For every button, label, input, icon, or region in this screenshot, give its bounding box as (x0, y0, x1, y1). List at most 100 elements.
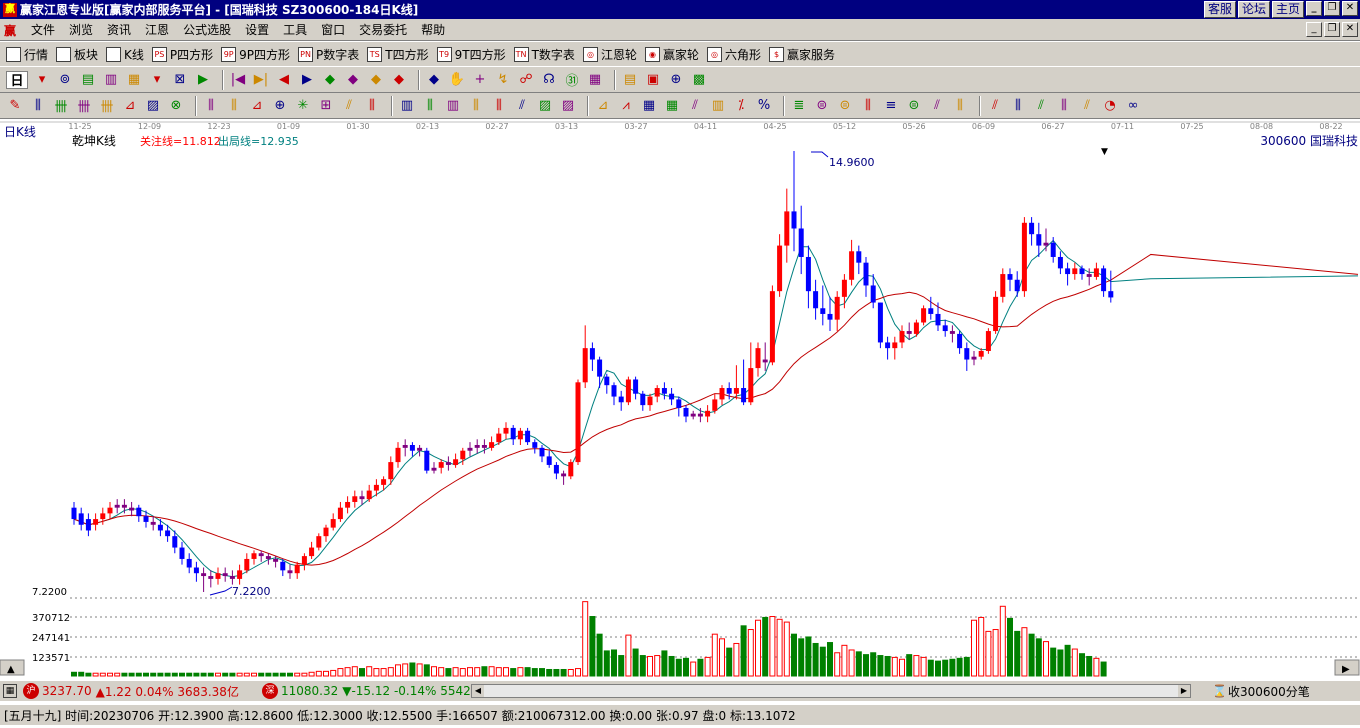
chart-tool-icon[interactable]: ◆ (344, 71, 362, 89)
forum-button[interactable]: 论坛 (1237, 1, 1270, 18)
chart-tool-icon[interactable]: ◆ (425, 71, 443, 89)
home-button[interactable]: 主页 (1271, 1, 1304, 18)
scroll-right-icon[interactable]: ▶ (1178, 685, 1190, 697)
toolbar-P-table-button[interactable]: PN P数字表 (298, 46, 359, 63)
chart-tool-icon[interactable]: ✋ (448, 71, 466, 89)
drawing-tool-icon[interactable]: 卌 (75, 97, 93, 115)
chart-tool-icon[interactable]: ▶ (194, 71, 212, 89)
drawing-tool-icon[interactable]: ⩘ (617, 97, 635, 115)
chart-tool-icon[interactable]: ▣ (644, 71, 662, 89)
chart-tool-icon[interactable]: ▶ (298, 71, 316, 89)
drawing-tool-icon[interactable]: ≣ (790, 97, 808, 115)
horizontal-scrollbar[interactable]: ◀ ▶ (471, 684, 1191, 698)
chart-tool-icon[interactable]: ⊚ (56, 71, 74, 89)
chart-tool-icon[interactable]: ▾ (148, 71, 166, 89)
mdi-minimize-icon[interactable]: _ (1306, 22, 1322, 37)
chart-tool-icon[interactable]: ◆ (367, 71, 385, 89)
drawing-tool-icon[interactable]: ⊜ (813, 97, 831, 115)
drawing-tool-icon[interactable]: ⫼ (363, 97, 381, 115)
chart-tool-icon[interactable]: |◀ (229, 71, 247, 89)
chart-tool-icon[interactable]: ↯ (494, 71, 512, 89)
drawing-tool-icon[interactable]: ⫽ (686, 97, 704, 115)
chart-tool-icon[interactable]: ㉛ (563, 71, 581, 89)
drawing-tool-icon[interactable]: ⫽ (513, 97, 531, 115)
menu-window[interactable]: 窗口 (314, 21, 352, 38)
drawing-tool-icon[interactable]: ⊿ (121, 97, 139, 115)
drawing-tool-icon[interactable]: ≡ (882, 97, 900, 115)
drawing-tool-icon[interactable]: ⊕ (271, 97, 289, 115)
drawing-tool-icon[interactable]: 卌 (52, 97, 70, 115)
period-select[interactable]: 日 (6, 70, 28, 89)
drawing-tool-icon[interactable]: ✎ (6, 97, 24, 115)
grid-toggle-icon[interactable]: ▦ (3, 684, 17, 698)
toolbar-T-square-button[interactable]: TS T四方形 (367, 46, 429, 63)
chart-tool-icon[interactable]: ◆ (390, 71, 408, 89)
drawing-tool-icon[interactable]: ⫼ (29, 97, 47, 115)
toolbar-winner-wheel-button[interactable]: ◉ 赢家轮 (644, 46, 699, 63)
toolbar-P-square-button[interactable]: PS P四方形 (151, 46, 213, 63)
drawing-tool-icon[interactable]: ⊿ (594, 97, 612, 115)
drawing-tool-icon[interactable]: ⊿ (248, 97, 266, 115)
drawing-tool-icon[interactable]: ▨ (536, 97, 554, 115)
menu-formula[interactable]: 公式选股 (176, 21, 238, 38)
drawing-tool-icon[interactable]: ⫼ (421, 97, 439, 115)
drawing-tool-icon[interactable]: ◔ (1101, 97, 1119, 115)
drawing-tool-icon[interactable]: ⊜ (905, 97, 923, 115)
drawing-tool-icon[interactable]: ⫼ (951, 97, 969, 115)
chart-tool-icon[interactable]: ▶| (252, 71, 270, 89)
drawing-tool-icon[interactable]: ⫼ (225, 97, 243, 115)
menu-file[interactable]: 文件 (24, 21, 62, 38)
minimize-icon[interactable]: _ (1306, 1, 1322, 16)
mdi-restore-icon[interactable]: ❐ (1324, 22, 1340, 37)
toolbar-candle-button[interactable]: K线 (106, 46, 144, 63)
chart-area[interactable]: 11-25 12-09 12-23 01-09 01-30 02-13 02-27 03-13… (0, 119, 1360, 681)
support-button[interactable]: 客服 (1203, 1, 1236, 18)
drawing-tool-icon[interactable]: ⫼ (1055, 97, 1073, 115)
drawing-tool-icon[interactable]: ▨ (144, 97, 162, 115)
drawing-tool-icon[interactable]: ⫽ (1032, 97, 1050, 115)
menu-browse[interactable]: 浏览 (62, 21, 100, 38)
scroll-left-icon[interactable]: ◀ (472, 685, 484, 697)
menu-logo-icon[interactable]: 赢 (4, 22, 20, 38)
toolbar-gann-wheel-button[interactable]: ◎ 江恩轮 (582, 46, 637, 63)
chart-tool-icon[interactable]: ◆ (321, 71, 339, 89)
drawing-tool-icon[interactable]: ⫽ (1078, 97, 1096, 115)
chart-tool-icon[interactable]: ⊕ (667, 71, 685, 89)
toolbar-grid-button[interactable]: 行情 (6, 46, 48, 63)
chart-tool-icon[interactable]: ☍ (517, 71, 535, 89)
menu-gann[interactable]: 江恩 (138, 21, 176, 38)
drawing-tool-icon[interactable]: 卌 (98, 97, 116, 115)
toolbar-9P-square-button[interactable]: 9P 9P四方形 (221, 46, 290, 63)
chart-tool-icon[interactable]: ▦ (586, 71, 604, 89)
restore-icon[interactable]: ❐ (1324, 1, 1340, 16)
drawing-tool-icon[interactable]: ⫼ (202, 97, 220, 115)
menu-help[interactable]: 帮助 (414, 21, 452, 38)
menu-trade[interactable]: 交易委托 (352, 21, 414, 38)
chart-tool-icon[interactable]: ▦ (125, 71, 143, 89)
drawing-tool-icon[interactable]: ⫼ (467, 97, 485, 115)
drawing-tool-icon[interactable]: ⫽ (986, 97, 1004, 115)
drawing-tool-icon[interactable]: ▨ (559, 97, 577, 115)
drawing-tool-icon[interactable]: ⫼ (490, 97, 508, 115)
chart-tool-icon[interactable]: ▾ (33, 71, 51, 89)
toolbar-T-table-button[interactable]: TN T数字表 (513, 46, 575, 63)
chart-tool-icon[interactable]: ☊ (540, 71, 558, 89)
chart-tool-icon[interactable]: + (471, 71, 489, 89)
drawing-tool-icon[interactable]: ⊜ (836, 97, 854, 115)
toolbar-9T-square-button[interactable]: T9 9T四方形 (436, 46, 506, 63)
drawing-tool-icon[interactable]: ▦ (640, 97, 658, 115)
drawing-tool-icon[interactable]: ▥ (444, 97, 462, 115)
collect-label[interactable]: 收300600分笔 (1228, 683, 1310, 700)
drawing-tool-icon[interactable]: ∞ (1124, 97, 1142, 115)
drawing-tool-icon[interactable]: % (755, 97, 773, 115)
drawing-tool-icon[interactable]: ⁒ (732, 97, 750, 115)
kline-chart[interactable]: 11-25 12-09 12-23 01-09 01-30 02-13 02-27 03-13… (0, 119, 1360, 681)
chart-tool-icon[interactable]: ▤ (79, 71, 97, 89)
menu-news[interactable]: 资讯 (100, 21, 138, 38)
mdi-close-icon[interactable]: ✕ (1342, 22, 1358, 37)
menu-tools[interactable]: 工具 (276, 21, 314, 38)
drawing-tool-icon[interactable]: ✳ (294, 97, 312, 115)
menu-settings[interactable]: 设置 (238, 21, 276, 38)
drawing-tool-icon[interactable]: ⫼ (859, 97, 877, 115)
chart-tool-icon[interactable]: ▥ (102, 71, 120, 89)
